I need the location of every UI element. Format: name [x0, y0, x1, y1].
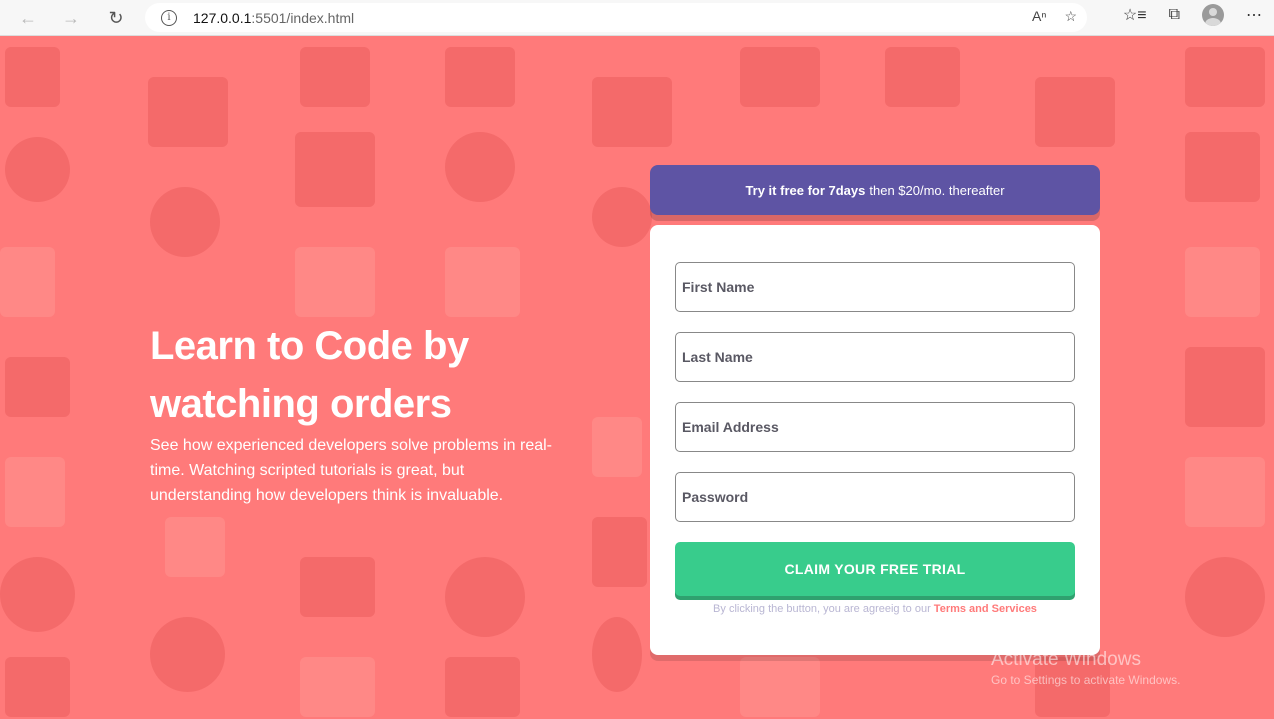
collections-icon[interactable]: ⧉	[1169, 6, 1180, 24]
terms-link[interactable]: Terms and Services	[934, 603, 1037, 615]
activate-windows-watermark: Activate Windows Go to Settings to activ…	[991, 649, 1180, 687]
browser-toolbar: ← → ↻ i 127.0.0.1:5501/index.html Aⁿ ☆ ☆…	[0, 0, 1274, 36]
back-icon[interactable]: ←	[13, 3, 43, 33]
read-aloud-icon[interactable]: Aⁿ	[1032, 8, 1046, 25]
terms-note: By clicking the button, you are agreeig …	[650, 603, 1100, 615]
hero-title-line-1: Learn to Code by	[150, 324, 469, 368]
promo-banner: Try it free for 7days then $20/mo. there…	[650, 165, 1100, 215]
hero: Learn to Code by watching orders See how…	[150, 317, 570, 508]
promo-bold-text: Try it free for 7days	[745, 182, 866, 198]
terms-text: By clicking the button, you are agreeig …	[713, 603, 931, 615]
reload-icon[interactable]: ↻	[101, 3, 131, 33]
site-info-icon[interactable]: i	[161, 9, 177, 26]
watermark-title: Activate Windows	[991, 649, 1141, 670]
url-path: :5501/index.html	[251, 9, 355, 26]
more-menu-icon[interactable]: ⋯	[1246, 5, 1262, 25]
hero-description: See how experienced developers solve pro…	[150, 437, 552, 504]
password-input[interactable]	[675, 472, 1075, 522]
last-name-input[interactable]	[675, 332, 1075, 382]
profile-avatar[interactable]	[1202, 4, 1224, 26]
page: Learn to Code by watching orders See how…	[0, 37, 1274, 719]
favorites-icon[interactable]: ☆≡	[1123, 5, 1147, 25]
promo-rest-text: then $20/mo. thereafter	[869, 182, 1005, 198]
forward-icon[interactable]: →	[56, 3, 86, 33]
watermark-subtitle: Go to Settings to activate Windows.	[991, 673, 1181, 687]
url-host: 127.0.0.1	[193, 9, 252, 26]
hero-title: Learn to Code by watching orders	[150, 317, 570, 433]
claim-trial-button[interactable]: CLAIM YOUR FREE TRIAL	[675, 542, 1075, 596]
signup-card: CLAIM YOUR FREE TRIAL By clicking the bu…	[650, 225, 1100, 655]
address-bar[interactable]: i 127.0.0.1:5501/index.html Aⁿ ☆	[145, 3, 1087, 32]
add-favorite-icon[interactable]: ☆	[1064, 8, 1077, 25]
hero-title-line-2: watching orders	[150, 382, 452, 426]
first-name-input[interactable]	[675, 262, 1075, 312]
email-input[interactable]	[675, 402, 1075, 452]
